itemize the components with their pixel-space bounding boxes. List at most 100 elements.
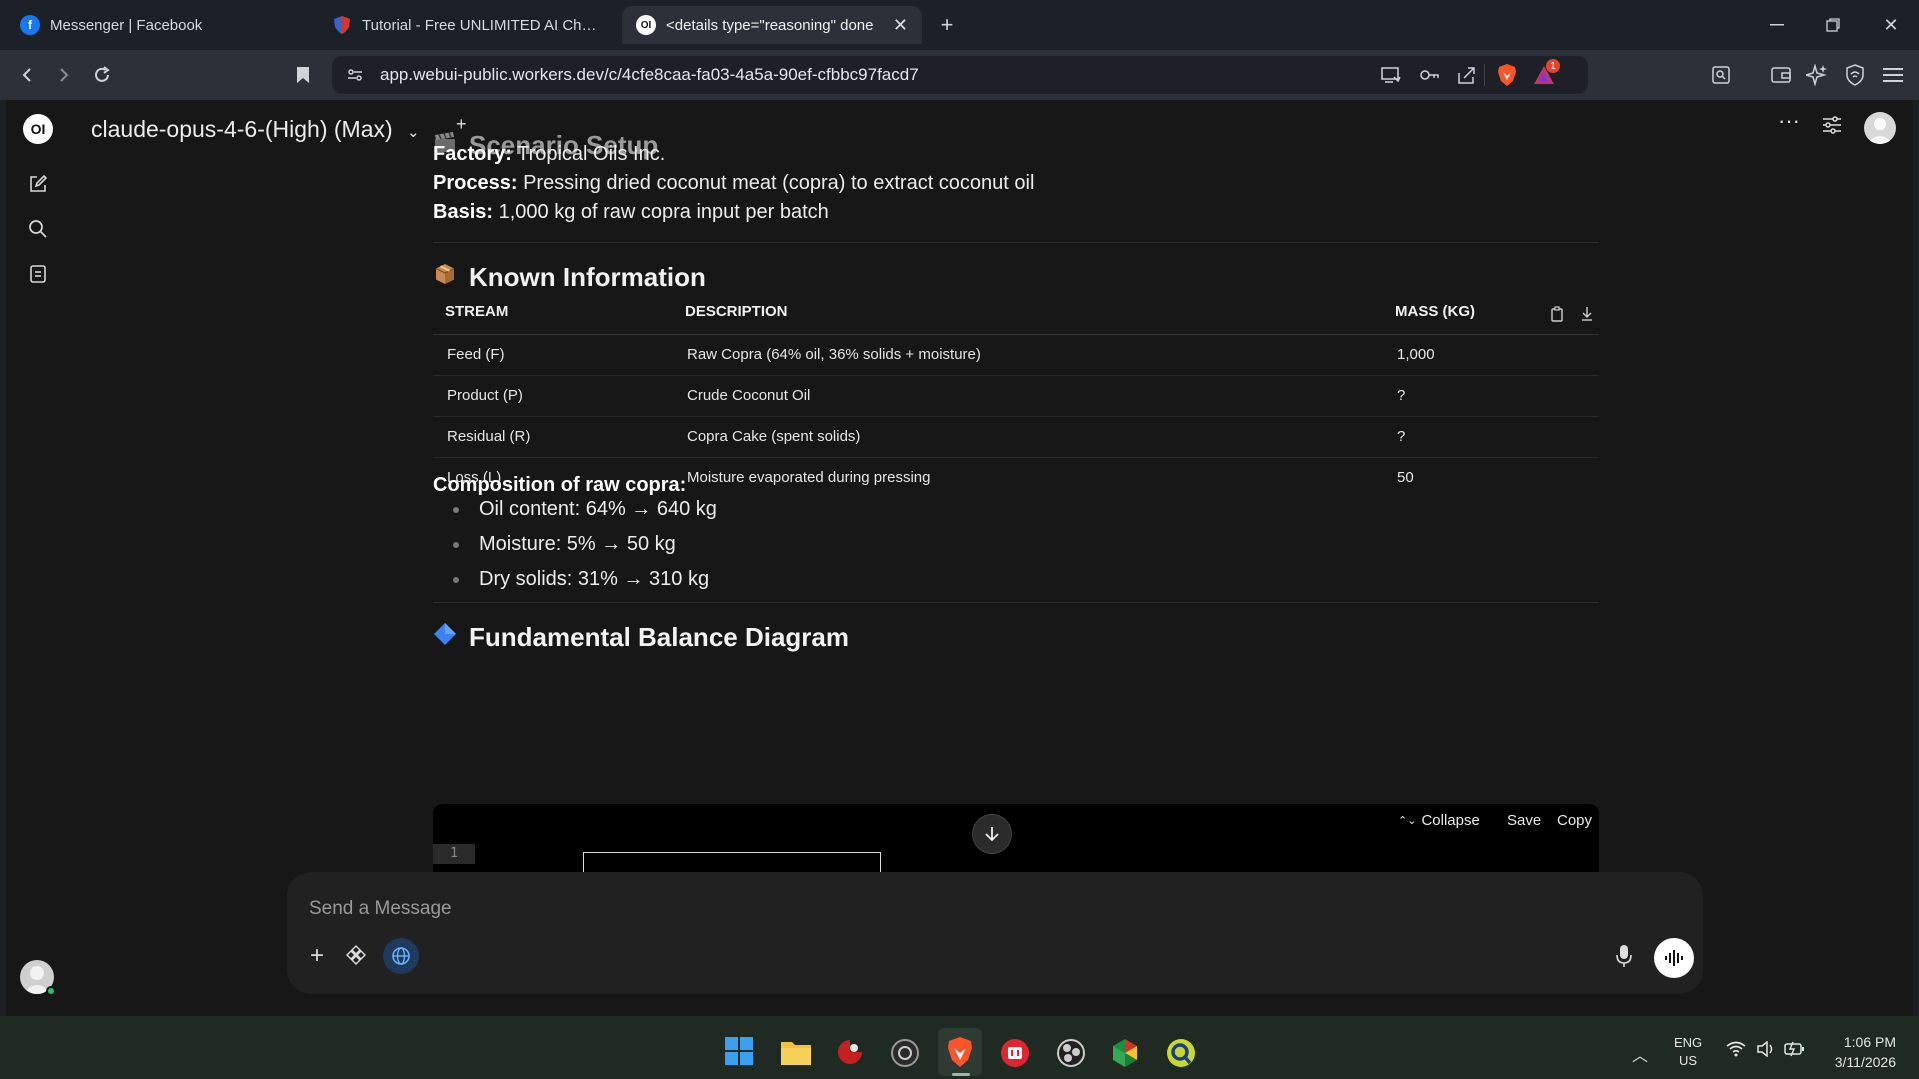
process-label: Process: [433, 172, 518, 194]
model-selector[interactable]: claude-opus-4-6-(High) (Max) ⌄ [91, 116, 420, 143]
volume-icon[interactable] [1756, 1040, 1776, 1062]
attach-button[interactable]: + [301, 940, 333, 972]
obs-icon[interactable] [1056, 1038, 1086, 1073]
blue-diamond-icon [433, 622, 457, 653]
region-text: US [1679, 1053, 1698, 1068]
notification-badge: 1 [1546, 59, 1560, 73]
new-tab-button[interactable]: + [932, 10, 962, 40]
url-text: app.webui-public.workers.dev/c/4cfe8caa-… [380, 65, 919, 84]
key-icon[interactable] [1418, 65, 1440, 90]
table-cell: ? [1383, 375, 1599, 417]
list-item: Moisture: 5% → 50 kg [453, 527, 717, 562]
lang-text: ENG [1674, 1035, 1703, 1050]
message-input[interactable]: Send a Message [309, 898, 452, 920]
new-chat-icon[interactable] [24, 170, 52, 198]
site-settings-icon[interactable] [346, 66, 364, 89]
forward-button[interactable] [49, 60, 79, 90]
globe-icon [392, 947, 410, 965]
clock[interactable]: 1:06 PM 3/11/2026 [1824, 1032, 1896, 1072]
vpn-icon[interactable] [1840, 60, 1870, 90]
bookmark-icon[interactable] [288, 60, 318, 90]
collapse-button[interactable]: ⌃⌄ Collapse [1398, 812, 1480, 829]
column-header: DESCRIPTION [673, 290, 1383, 335]
close-tab-icon[interactable]: ✕ [893, 15, 908, 36]
windows-start-icon[interactable] [724, 1036, 754, 1071]
save-button[interactable]: Save [1507, 812, 1541, 829]
more-options-icon[interactable]: ··· [1778, 108, 1800, 134]
column-header: STREAM [433, 290, 673, 335]
copy-button[interactable]: Copy [1557, 812, 1592, 829]
app-logo[interactable]: OI [23, 114, 53, 144]
factory-label: Factory: [433, 143, 512, 165]
tab-title: <details type="reasoning" done [666, 16, 874, 34]
table-header-row: STREAM DESCRIPTION MASS (KG) [433, 290, 1599, 335]
wallet-icon[interactable] [1766, 60, 1796, 90]
table-cell: Feed (F) [433, 334, 673, 376]
minimize-button[interactable] [1762, 10, 1792, 40]
table-cell: Moisture evaporated during pressing [687, 469, 931, 487]
file-explorer-icon[interactable] [780, 1038, 812, 1071]
profile-avatar[interactable] [1864, 112, 1896, 144]
chevron-updown-icon: ⌃⌄ [1398, 815, 1417, 827]
package-icon [433, 262, 457, 293]
model-title: claude-opus-4-6-(High) (Max) [91, 116, 393, 142]
restore-button[interactable] [1818, 10, 1848, 40]
table-row: Residual (R) Copra Cake (spent solids) ? [433, 416, 1599, 458]
tab-messenger[interactable]: f Messenger | Facebook [6, 6, 314, 44]
close-window-button[interactable]: ✕ [1876, 10, 1906, 40]
arrow-down-icon [985, 827, 999, 842]
tools-icon[interactable] [345, 944, 367, 971]
app-red-icon[interactable] [836, 1038, 864, 1071]
install-app-icon[interactable] [1380, 65, 1402, 90]
table-cell: 1,000 [1383, 334, 1599, 376]
back-button[interactable] [12, 60, 42, 90]
separator [1484, 64, 1485, 86]
openwebui-icon: OI [636, 15, 656, 35]
reload-button[interactable] [87, 60, 117, 90]
tab-tutorial[interactable]: Tutorial - Free UNLIMITED AI Chat w [318, 6, 618, 44]
red-app-icon[interactable] [1000, 1038, 1030, 1073]
chrome-like-icon[interactable] [1110, 1038, 1140, 1073]
diagram-heading: Fundamental Balance Diagram [433, 622, 849, 653]
date-text: 3/11/2026 [1834, 1054, 1896, 1070]
qbittorrent-icon[interactable] [1166, 1038, 1196, 1073]
known-info-title: Known Information [469, 262, 706, 292]
camera-app-icon[interactable] [890, 1038, 920, 1073]
leo-ai-icon[interactable] [1802, 60, 1832, 90]
brave-shields-icon[interactable] [1496, 63, 1518, 92]
search-icon[interactable] [24, 215, 52, 243]
facebook-icon: f [20, 15, 40, 35]
list-item: Dry solids: 31% → 310 kg [453, 562, 717, 597]
web-search-toggle[interactable] [383, 938, 419, 974]
menu-icon[interactable] [1878, 60, 1908, 90]
brave-taskbar-icon[interactable] [945, 1036, 975, 1073]
factory-value: Tropical Oils Inc. [517, 143, 666, 165]
factory-line: Factory: Tropical Oils Inc. [433, 143, 665, 166]
battery-icon[interactable] [1784, 1040, 1806, 1063]
basis-line: Basis: 1,000 kg of raw copra input per b… [433, 201, 829, 224]
list-item: Oil content: 64% → 640 kg [453, 492, 717, 527]
composition-list: Oil content: 64% → 640 kg Moisture: 5% →… [453, 492, 717, 597]
reader-mode-icon[interactable] [1706, 60, 1736, 90]
process-value: Pressing dried coconut meat (copra) to e… [523, 172, 1035, 194]
bullet-icon [453, 576, 459, 583]
controls-icon[interactable] [1822, 116, 1842, 139]
table-row: Product (P) Crude Coconut Oil ? [433, 375, 1599, 417]
table-cell: ? [1383, 416, 1599, 458]
address-bar[interactable]: app.webui-public.workers.dev/c/4cfe8caa-… [332, 56, 1588, 94]
table-cell: Copra Cake (spent solids) [673, 416, 1383, 458]
list-item-text: Dry solids: 31% → 310 kg [479, 568, 710, 590]
scroll-to-bottom-button[interactable] [972, 814, 1012, 854]
share-icon[interactable] [1456, 65, 1478, 90]
tab-openwebui[interactable]: OI <details type="reasoning" done ✕ [622, 6, 922, 44]
message-composer: Send a Message + [287, 872, 1703, 994]
voice-mode-button[interactable] [1654, 938, 1694, 978]
navigation-bar: app.webui-public.workers.dev/c/4cfe8caa-… [0, 50, 1919, 100]
notes-icon[interactable] [24, 260, 52, 288]
basis-value: 1,000 kg of raw copra input per batch [498, 201, 829, 223]
line-number: 1 [433, 844, 475, 864]
language-indicator[interactable]: ENG US [1674, 1034, 1702, 1070]
chevron-up-icon[interactable]: ︿ [1632, 1042, 1648, 1066]
wifi-icon[interactable] [1726, 1041, 1746, 1062]
microphone-icon[interactable] [1615, 944, 1633, 973]
